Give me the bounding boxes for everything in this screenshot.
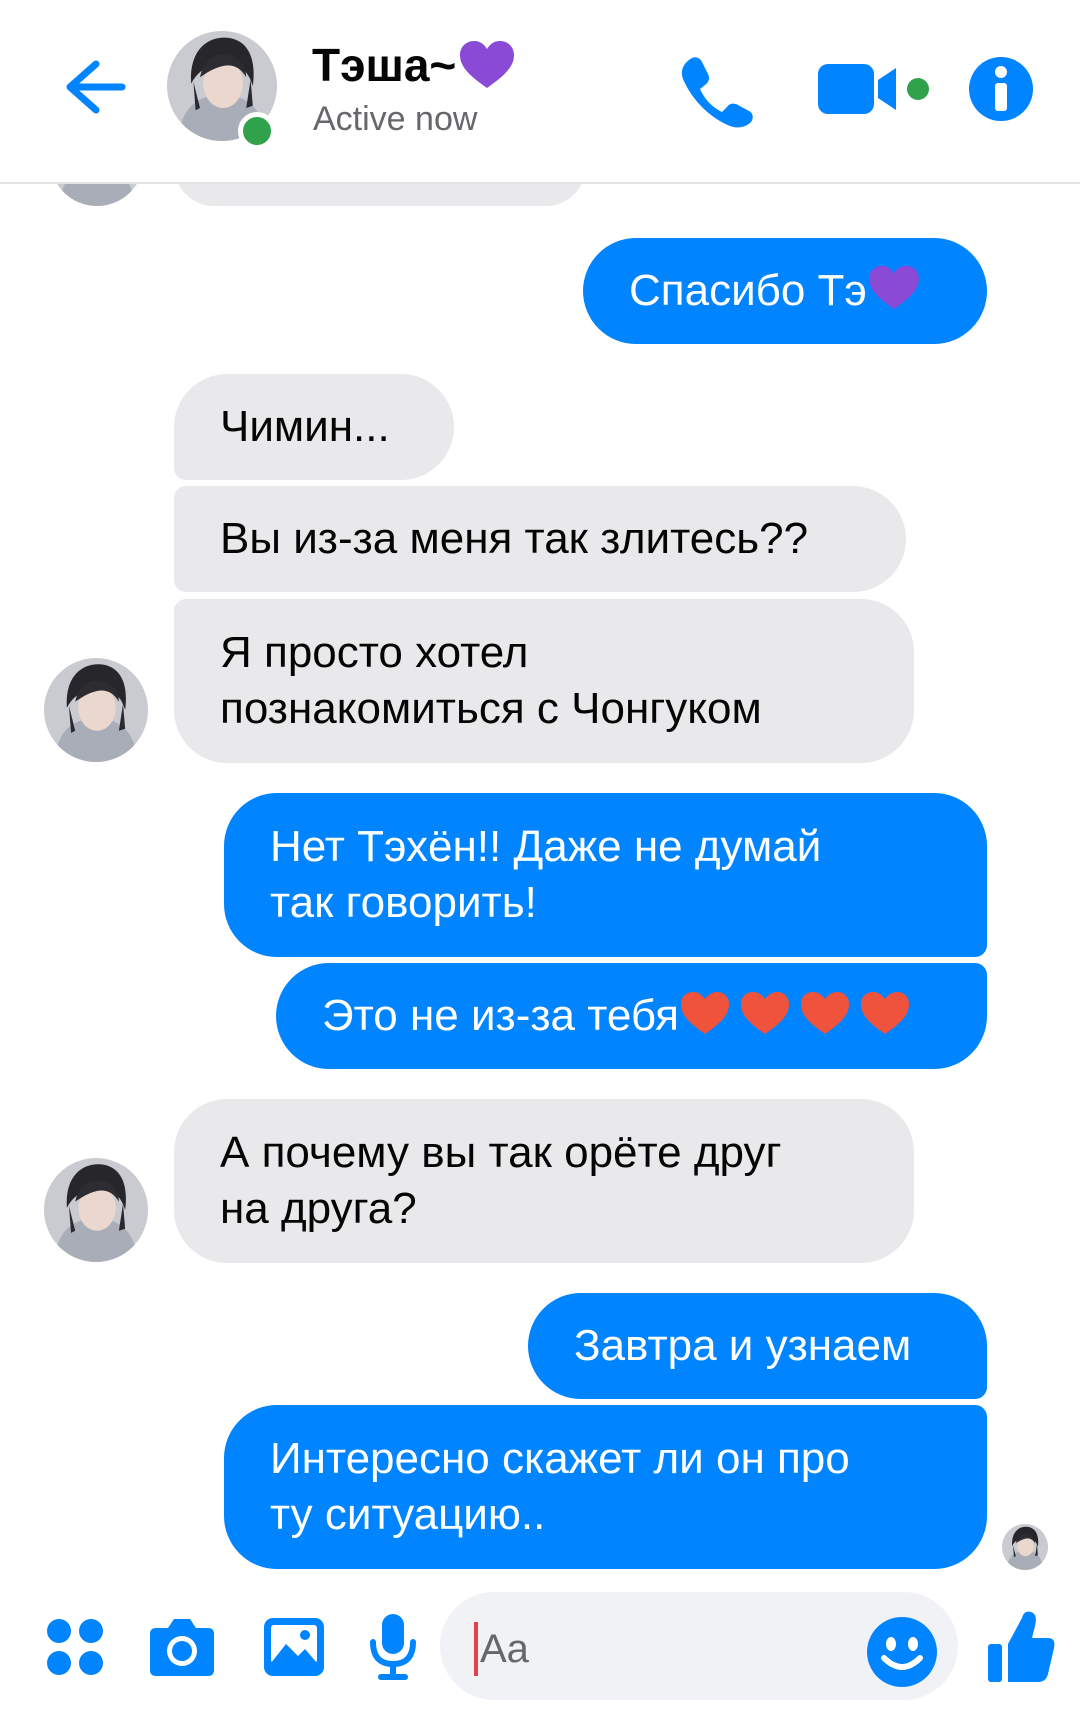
online-indicator	[238, 112, 276, 150]
camera-icon[interactable]	[148, 1616, 216, 1678]
active-status: Active now	[313, 100, 478, 138]
outgoing-message[interactable]: Нет Тэхён!! Даже не думай так говорить!	[224, 793, 987, 957]
sender-avatar[interactable]	[44, 658, 148, 762]
sender-avatar[interactable]	[44, 1158, 148, 1262]
image-icon[interactable]	[262, 1616, 326, 1678]
incoming-message[interactable]: Я просто хотел познакомиться с Чонгуком	[174, 599, 914, 763]
contact-name[interactable]: Тэша~	[312, 38, 516, 92]
incoming-message[interactable]: Чимин...	[174, 374, 454, 480]
info-icon[interactable]	[968, 56, 1034, 122]
incoming-message[interactable]: Вы из-за меня так злитесь??	[174, 486, 906, 592]
thumbs-up-icon[interactable]	[986, 1608, 1056, 1686]
chat-header: Тэша~ Active now	[0, 0, 1080, 184]
smiley-icon[interactable]	[866, 1616, 938, 1688]
outgoing-message[interactable]: Интересно скажет ли он про ту ситуацию..	[224, 1405, 987, 1569]
outgoing-message[interactable]: Завтра и узнаем	[528, 1293, 987, 1399]
message-input-placeholder: Aa	[480, 1627, 529, 1671]
text-cursor	[474, 1622, 478, 1676]
microphone-icon[interactable]	[368, 1612, 418, 1682]
outgoing-message[interactable]: Это не из-за тебя	[276, 963, 987, 1069]
incoming-message[interactable]: А почему вы так орёте друг на друга?	[174, 1099, 914, 1263]
purple-heart-icon	[869, 265, 919, 310]
arrow-left-icon[interactable]	[60, 52, 130, 122]
outgoing-message[interactable]: Спасибо Тэ	[583, 238, 987, 344]
apps-grid-icon[interactable]	[46, 1618, 104, 1676]
red-hearts-icon	[680, 992, 909, 1034]
purple-heart-icon	[460, 41, 515, 88]
phone-icon[interactable]	[678, 52, 754, 128]
video-camera-icon[interactable]	[818, 58, 936, 120]
seen-receipt-avatar	[1002, 1524, 1048, 1570]
